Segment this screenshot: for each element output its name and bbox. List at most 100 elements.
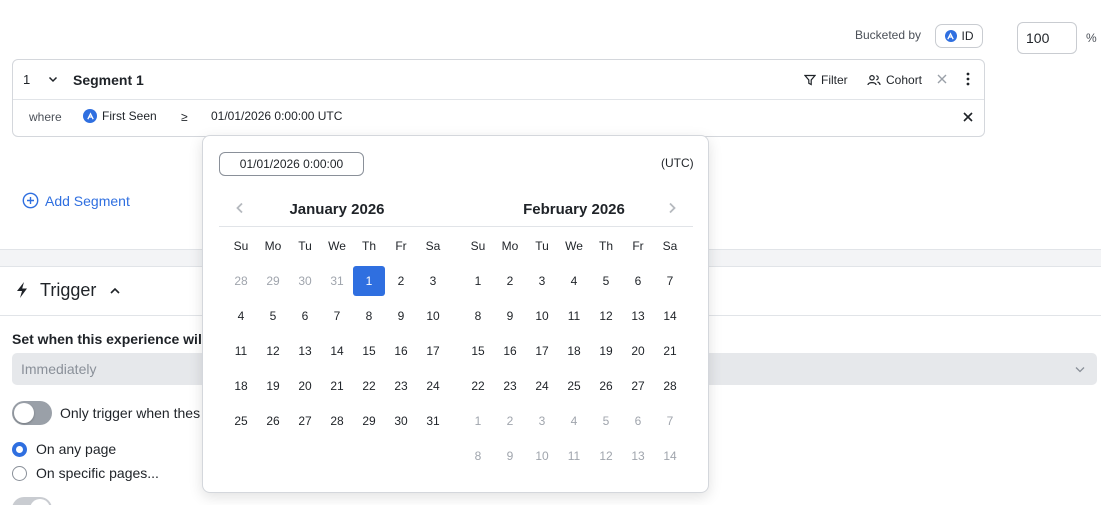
calendar-day[interactable]: 18 (558, 336, 590, 366)
calendar-day[interactable]: 17 (417, 336, 449, 366)
weekday-header: Sa (425, 239, 441, 253)
calendar-day[interactable]: 12 (257, 336, 289, 366)
calendar-day[interactable]: 13 (289, 336, 321, 366)
calendar-day[interactable]: 8 (353, 301, 385, 331)
calendar-day[interactable]: 25 (558, 371, 590, 401)
calendar-day[interactable]: 9 (494, 301, 526, 331)
calendar-day[interactable]: 7 (654, 266, 686, 296)
calendar-day[interactable]: 1 (462, 266, 494, 296)
calendar-day[interactable]: 13 (622, 301, 654, 331)
month-title: January 2026 (289, 201, 385, 218)
radio-any-page[interactable] (12, 442, 27, 457)
calendar-day[interactable]: 9 (494, 441, 526, 471)
calendar-day[interactable]: 23 (385, 371, 417, 401)
chevron-up-icon[interactable] (108, 284, 122, 298)
calendar-day[interactable]: 7 (321, 301, 353, 331)
calendar-day[interactable]: 5 (590, 406, 622, 436)
calendar-day[interactable]: 20 (289, 371, 321, 401)
add-segment-button[interactable]: Add Segment (22, 192, 130, 209)
calendar-day[interactable]: 14 (654, 301, 686, 331)
calendar-day[interactable]: 2 (494, 406, 526, 436)
calendar-day[interactable]: 13 (622, 441, 654, 471)
calendar-day[interactable]: 18 (225, 371, 257, 401)
calendar-day[interactable]: 6 (622, 266, 654, 296)
calendar-day[interactable]: 8 (462, 301, 494, 331)
calendar-day[interactable]: 12 (590, 441, 622, 471)
weekday-header: Tu (535, 239, 549, 253)
calendar-day[interactable]: 27 (289, 406, 321, 436)
calendar-day[interactable]: 4 (558, 406, 590, 436)
calendar-day[interactable]: 24 (417, 371, 449, 401)
calendar-day[interactable]: 14 (321, 336, 353, 366)
calendar-day[interactable]: 3 (417, 266, 449, 296)
operator-selector[interactable]: ≥ (181, 110, 188, 124)
calendar-day[interactable]: 14 (654, 441, 686, 471)
calendar-day[interactable]: 16 (385, 336, 417, 366)
date-time-input[interactable] (219, 152, 364, 176)
calendar-day[interactable]: 10 (526, 441, 558, 471)
calendar-day[interactable]: 17 (526, 336, 558, 366)
calendar-day[interactable]: 2 (385, 266, 417, 296)
calendar-day[interactable]: 19 (257, 371, 289, 401)
calendar-day[interactable]: 22 (462, 371, 494, 401)
calendar-day[interactable]: 11 (558, 441, 590, 471)
calendar-day[interactable]: 28 (225, 266, 257, 296)
calendar-day[interactable]: 29 (257, 266, 289, 296)
radio-specific-pages[interactable] (12, 466, 27, 481)
calendar-day[interactable]: 11 (558, 301, 590, 331)
calendar-day[interactable]: 8 (462, 441, 494, 471)
close-icon[interactable] (962, 111, 974, 123)
calendar-day[interactable]: 5 (257, 301, 289, 331)
cohort-button[interactable]: Cohort (867, 70, 922, 90)
calendar-day[interactable]: 4 (225, 301, 257, 331)
calendar-day[interactable]: 6 (622, 406, 654, 436)
calendar-day[interactable]: 4 (558, 266, 590, 296)
calendar-day[interactable]: 7 (654, 406, 686, 436)
calendar-day[interactable]: 9 (385, 301, 417, 331)
calendar-day[interactable]: 21 (654, 336, 686, 366)
close-icon[interactable] (935, 72, 949, 86)
bucket-id-chip[interactable]: ID (935, 24, 983, 48)
calendar-day-selected[interactable]: 1 (353, 266, 385, 296)
calendar-day[interactable]: 25 (225, 406, 257, 436)
calendar-day[interactable]: 5 (590, 266, 622, 296)
calendar-day[interactable]: 16 (494, 336, 526, 366)
calendar-day[interactable]: 20 (622, 336, 654, 366)
percent-sign: % (1086, 31, 1097, 45)
calendar-day[interactable]: 21 (321, 371, 353, 401)
calendar-day[interactable]: 30 (289, 266, 321, 296)
calendar-day[interactable]: 10 (526, 301, 558, 331)
calendar-day[interactable]: 12 (590, 301, 622, 331)
calendar-day[interactable]: 19 (590, 336, 622, 366)
calendar-day[interactable]: 10 (417, 301, 449, 331)
calendar-day[interactable]: 6 (289, 301, 321, 331)
calendar-day[interactable]: 29 (353, 406, 385, 436)
calendar-day[interactable]: 24 (526, 371, 558, 401)
calendar-day[interactable]: 28 (654, 371, 686, 401)
chevron-down-icon[interactable] (46, 72, 60, 86)
date-value-field[interactable]: 01/01/2026 0:00:00 UTC (211, 109, 342, 123)
calendar-day[interactable]: 3 (526, 266, 558, 296)
property-selector[interactable]: First Seen (83, 109, 157, 123)
timing-select-value: Immediately (21, 361, 97, 377)
calendar-day[interactable]: 30 (385, 406, 417, 436)
calendar-day[interactable]: 1 (462, 406, 494, 436)
more-vertical-icon[interactable] (961, 71, 975, 87)
calendar-day[interactable]: 15 (462, 336, 494, 366)
calendar-day[interactable]: 26 (257, 406, 289, 436)
calendar-day[interactable]: 28 (321, 406, 353, 436)
filter-button[interactable]: Filter (804, 70, 848, 90)
calendar-day[interactable]: 22 (353, 371, 385, 401)
percent-input[interactable] (1017, 22, 1077, 54)
calendar-day[interactable]: 31 (321, 266, 353, 296)
calendar-day[interactable]: 3 (526, 406, 558, 436)
date-picker-divider (219, 226, 693, 227)
calendar-day[interactable]: 2 (494, 266, 526, 296)
calendar-day[interactable]: 27 (622, 371, 654, 401)
calendar-day[interactable]: 23 (494, 371, 526, 401)
weekday-header: Fr (395, 239, 407, 253)
calendar-day[interactable]: 15 (353, 336, 385, 366)
calendar-day[interactable]: 11 (225, 336, 257, 366)
calendar-day[interactable]: 26 (590, 371, 622, 401)
calendar-day[interactable]: 31 (417, 406, 449, 436)
